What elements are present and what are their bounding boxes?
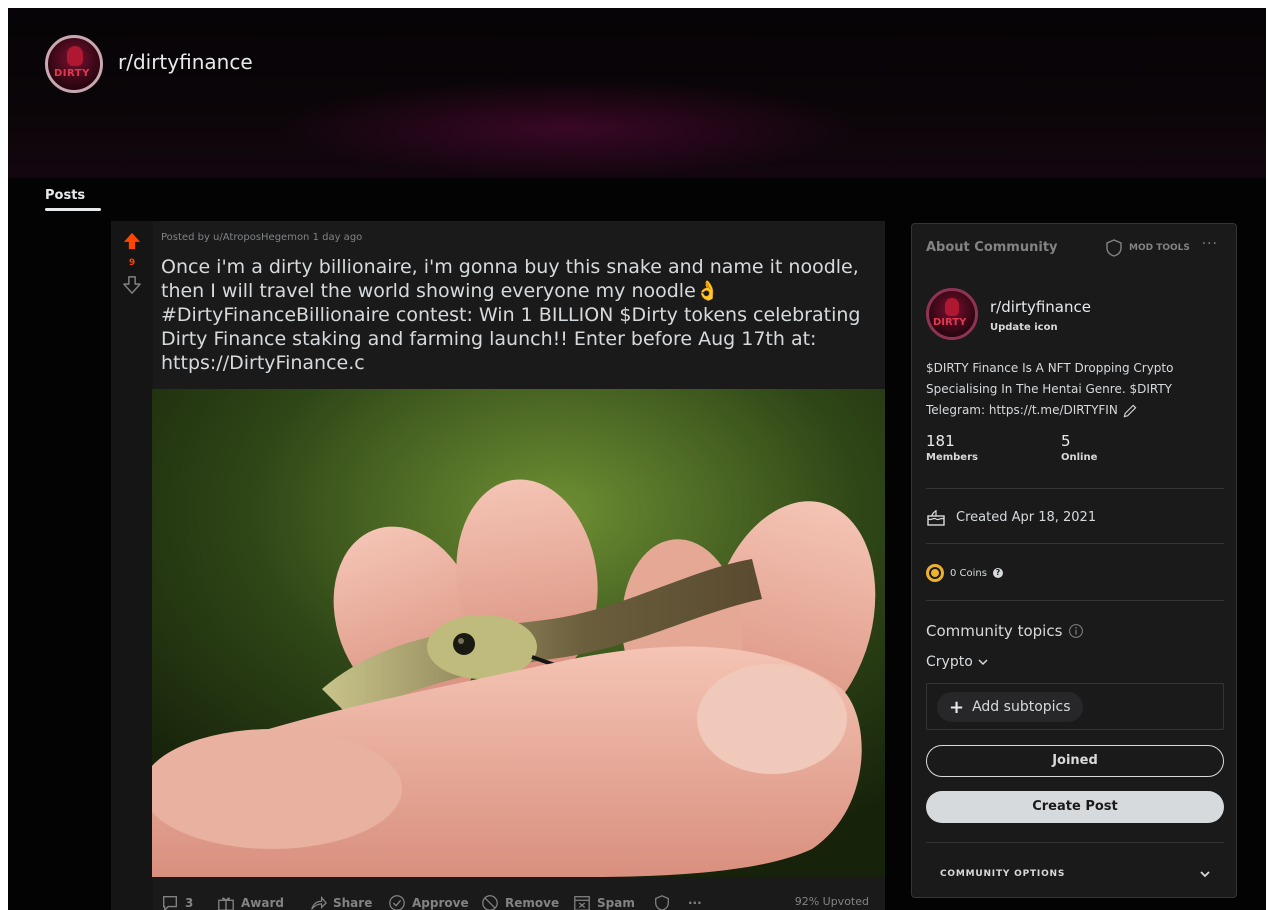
spam-label: Spam bbox=[597, 896, 635, 910]
sidebar-more-icon[interactable]: ··· bbox=[1202, 236, 1218, 252]
members-label: Members bbox=[926, 452, 978, 463]
comment-icon bbox=[163, 896, 177, 910]
community-topics-title: Community topics bbox=[926, 622, 1084, 640]
edit-pencil-icon[interactable] bbox=[1122, 403, 1138, 419]
subtopics-box: + Add subtopics bbox=[926, 683, 1224, 730]
vote-score: 9 bbox=[128, 258, 136, 268]
created-date: Created Apr 18, 2021 bbox=[926, 508, 1096, 526]
tab-active-indicator bbox=[45, 208, 101, 211]
downvote-arrow-icon[interactable] bbox=[123, 276, 141, 294]
info-icon[interactable] bbox=[1068, 623, 1084, 639]
online-label: Online bbox=[1061, 452, 1098, 463]
remove-label: Remove bbox=[505, 896, 560, 910]
post-meta[interactable]: Posted by u/AtroposHegemon 1 day ago bbox=[161, 232, 362, 243]
post-image[interactable] bbox=[152, 389, 885, 877]
divider bbox=[926, 600, 1224, 601]
post-card[interactable]: 9 Posted by u/AtroposHegemon 1 day ago O… bbox=[111, 221, 885, 910]
spam-icon bbox=[574, 896, 590, 910]
subreddit-avatar[interactable]: DIRTY bbox=[45, 35, 103, 93]
chevron-down-icon[interactable] bbox=[1198, 867, 1212, 881]
about-community-title: About Community bbox=[926, 240, 1058, 255]
chevron-down-icon bbox=[978, 659, 988, 666]
spam-button[interactable]: Spam bbox=[573, 891, 635, 910]
share-icon bbox=[311, 895, 327, 910]
community-description[interactable]: $DIRTY Finance Is A NFT Dropping Crypto … bbox=[926, 358, 1226, 421]
community-avatar[interactable]: DIRTY bbox=[926, 288, 978, 340]
update-icon-link[interactable]: Update icon bbox=[990, 322, 1058, 333]
vote-column: 9 bbox=[111, 221, 153, 910]
online-stat: 5 Online bbox=[1061, 432, 1097, 463]
shield-icon bbox=[655, 895, 669, 910]
about-community-card: About Community MOD TOOLS ··· DIRTY r/di… bbox=[911, 223, 1237, 898]
remove-button[interactable]: Remove bbox=[481, 891, 559, 910]
joined-button[interactable]: Joined bbox=[926, 745, 1224, 777]
help-icon[interactable]: ? bbox=[992, 568, 1003, 578]
mod-tools-label: MOD TOOLS bbox=[1129, 243, 1190, 253]
community-topics-label: Community topics bbox=[926, 622, 1063, 640]
remove-ban-icon bbox=[482, 895, 498, 910]
app-frame: DIRTY r/dirtyfinance Posts 9 Posted by u… bbox=[8, 8, 1266, 910]
tab-posts[interactable]: Posts bbox=[45, 188, 85, 203]
comments-button[interactable]: 3 bbox=[161, 891, 193, 910]
snake-photo bbox=[152, 389, 885, 877]
divider bbox=[926, 842, 1224, 843]
add-subtopics-button[interactable]: + Add subtopics bbox=[937, 692, 1083, 722]
plus-icon: + bbox=[949, 696, 965, 718]
upvote-arrow-icon[interactable] bbox=[123, 232, 141, 250]
award-icon bbox=[218, 897, 234, 910]
award-label: Award bbox=[241, 896, 284, 910]
post-actions: 3 Award Share Approve Remove Spam ··· 92… bbox=[161, 891, 881, 910]
approve-check-icon bbox=[389, 895, 405, 910]
coins-text: 0 Coins bbox=[950, 567, 987, 579]
approve-button[interactable]: Approve bbox=[388, 891, 469, 910]
divider bbox=[926, 488, 1224, 489]
share-button[interactable]: Share bbox=[309, 891, 372, 910]
tab-bar: Posts bbox=[8, 178, 1266, 222]
subreddit-banner bbox=[8, 8, 1266, 178]
coins-info[interactable]: 0 Coins ? bbox=[926, 564, 1003, 582]
online-count: 5 bbox=[1061, 432, 1071, 450]
share-label: Share bbox=[333, 896, 373, 910]
members-stat: 181 Members bbox=[926, 432, 978, 463]
more-options-button[interactable]: ··· bbox=[688, 891, 702, 910]
avatar-logo-text: DIRTY bbox=[54, 68, 90, 79]
more-dots-icon: ··· bbox=[688, 896, 702, 910]
divider bbox=[926, 543, 1224, 544]
mod-tools-button[interactable]: MOD TOOLS bbox=[1104, 238, 1190, 258]
subreddit-title: r/dirtyfinance bbox=[118, 50, 253, 74]
topic-dropdown[interactable]: Crypto bbox=[926, 654, 989, 670]
post-title[interactable]: Once i'm a dirty billionaire, i'm gonna … bbox=[161, 255, 881, 375]
coin-icon bbox=[926, 564, 944, 582]
upvote-ratio: 92% Upvoted bbox=[794, 895, 869, 908]
community-options-toggle[interactable]: COMMUNITY OPTIONS bbox=[940, 869, 1065, 879]
create-post-button[interactable]: Create Post bbox=[926, 791, 1224, 823]
cake-icon bbox=[927, 510, 945, 526]
approve-label: Approve bbox=[412, 896, 469, 910]
mod-shield-button[interactable] bbox=[653, 891, 671, 910]
shield-icon bbox=[1106, 239, 1122, 257]
add-subtopics-label: Add subtopics bbox=[972, 699, 1071, 715]
comment-count: 3 bbox=[185, 896, 194, 910]
community-name[interactable]: r/dirtyfinance bbox=[990, 298, 1091, 316]
avatar-logo-text: DIRTY bbox=[933, 317, 967, 328]
members-count: 181 bbox=[926, 432, 955, 450]
created-text: Created Apr 18, 2021 bbox=[956, 509, 1097, 525]
topic-value: Crypto bbox=[926, 654, 973, 670]
award-button[interactable]: Award bbox=[217, 891, 284, 910]
